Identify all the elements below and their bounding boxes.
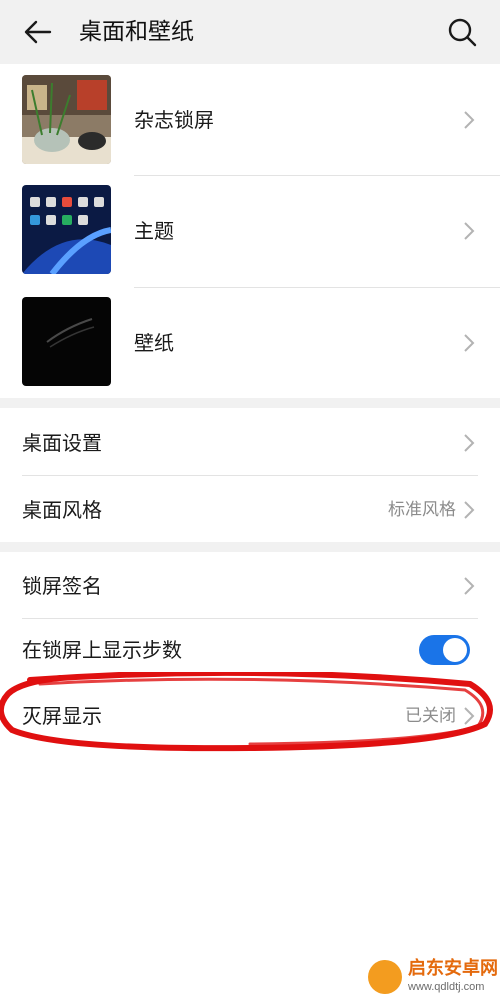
magazine-lockscreen-label: 杂志锁屏 [134,108,214,132]
watermark-name: 启东安卓网 [408,958,498,979]
chevron-right-icon [464,111,475,129]
section-gap [0,542,500,552]
list-item-magazine-lockscreen[interactable]: 杂志锁屏 [0,66,500,177]
chevron-right-icon [464,334,475,352]
list-item-lockscreen-signature[interactable]: 锁屏签名 [0,552,500,618]
search-icon [448,18,477,47]
search-button[interactable] [446,16,478,48]
watermark: 启东安卓网 www.qdldtj.com [368,958,498,996]
section-gap [0,398,500,408]
list-item-aod[interactable]: 灭屏显示 已关闭 [0,684,500,748]
aod-label: 灭屏显示 [22,704,102,728]
list-item-desktop-settings[interactable]: 桌面设置 [0,408,500,475]
toggle-knob [443,638,467,662]
theme-label: 主题 [134,219,174,243]
chevron-right-icon [464,434,475,452]
back-button[interactable] [22,16,54,48]
lockscreen-signature-label: 锁屏签名 [22,574,102,598]
back-arrow-icon [24,20,52,44]
wallpaper-label: 壁纸 [134,331,174,355]
watermark-logo [368,960,402,994]
magazine-lockscreen-thumbnail [22,75,111,164]
desktop-style-label: 桌面风格 [22,498,102,522]
list-item-wallpaper[interactable]: 壁纸 [0,288,500,399]
desktop-style-value: 标准风格 [388,500,456,520]
show-steps-label: 在锁屏上显示步数 [22,638,182,662]
title-bar: 桌面和壁纸 [0,0,500,64]
watermark-url: www.qdldtj.com [408,981,485,993]
chevron-right-icon [464,222,475,240]
wallpaper-thumbnail [22,297,111,386]
aod-value: 已关闭 [405,706,456,726]
page-title: 桌面和壁纸 [79,19,194,45]
list-item-theme[interactable]: 主题 [0,176,500,287]
desktop-settings-label: 桌面设置 [22,431,102,455]
chevron-right-icon [464,577,475,595]
list-item-desktop-style[interactable]: 桌面风格 标准风格 [0,476,500,542]
theme-thumbnail [22,185,111,274]
show-steps-toggle[interactable] [419,635,470,665]
chevron-right-icon [464,501,475,519]
chevron-right-icon [464,707,475,725]
